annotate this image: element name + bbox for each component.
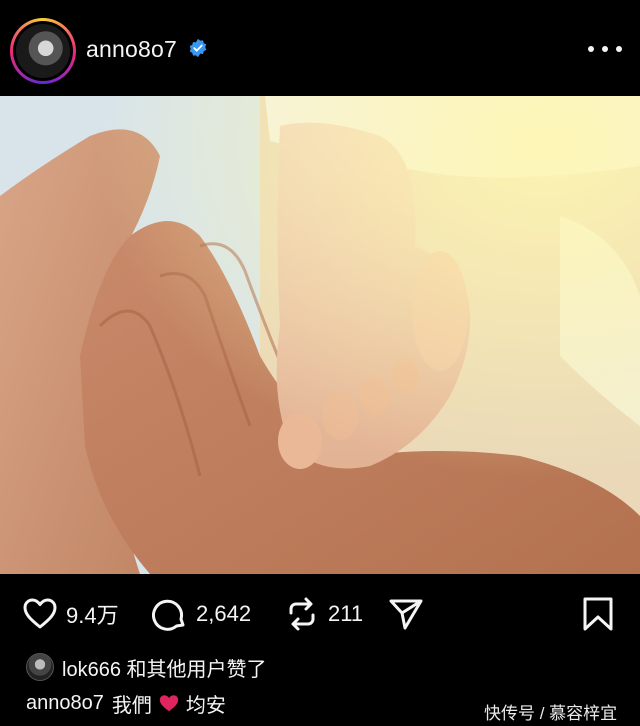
repost-button[interactable]: 211 xyxy=(284,596,363,632)
post-header: anno8o7 xyxy=(0,0,640,96)
caption-text-before: 我們 xyxy=(111,694,152,717)
post-caption: anno8o7 我們 均安 xyxy=(26,688,226,718)
liked-by-row[interactable]: lok666 和其他用户赞了 xyxy=(26,652,267,682)
more-options-icon[interactable] xyxy=(588,35,622,63)
profile-avatar[interactable] xyxy=(10,18,76,84)
comment-count: 2,642 xyxy=(196,601,252,626)
liker-avatar xyxy=(26,653,54,681)
avatar-image xyxy=(16,24,70,78)
bookmark-icon xyxy=(583,597,613,631)
red-heart-emoji-icon xyxy=(159,695,179,712)
username[interactable]: anno8o7 xyxy=(86,36,177,63)
watermark: 快传号 / 慕容梓宜 xyxy=(484,704,618,723)
like-button[interactable]: 9.4万 xyxy=(22,596,119,632)
caption-text-after: 均安 xyxy=(185,694,226,717)
post-image[interactable] xyxy=(0,96,640,574)
heart-icon xyxy=(23,598,57,629)
comment-button[interactable]: 2,642 xyxy=(152,596,251,632)
share-button[interactable] xyxy=(388,596,424,632)
like-count: 9.4万 xyxy=(66,603,119,628)
liked-by-text: lok666 和其他用户赞了 xyxy=(62,658,267,681)
photo-hands-baby-foot xyxy=(0,96,640,574)
save-button[interactable] xyxy=(580,596,616,632)
action-bar: 9.4万 2,642 211 xyxy=(0,588,640,640)
share-icon xyxy=(389,599,423,630)
caption-username[interactable]: anno8o7 xyxy=(26,692,104,715)
repost-icon xyxy=(289,597,315,631)
verified-badge-icon xyxy=(189,38,207,58)
repost-count: 211 xyxy=(328,601,364,626)
comment-icon xyxy=(152,599,185,631)
